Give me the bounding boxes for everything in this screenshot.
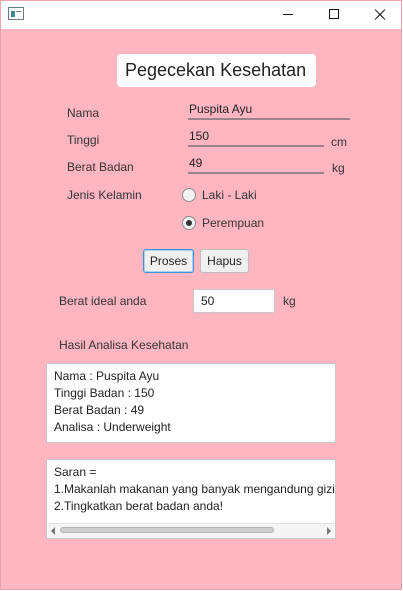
tinggi-input[interactable]: 150 (188, 130, 324, 147)
saran-line: 2.Tingkatkan berat badan anda! (54, 499, 224, 513)
maximize-icon[interactable] (311, 1, 357, 29)
hasil-line: Berat Badan : 49 (54, 403, 145, 417)
tinggi-unit: cm (331, 135, 347, 149)
form-title: Pegecekan Kesehatan (117, 54, 316, 87)
saran-line: Saran = (54, 465, 97, 479)
title-bar[interactable] (1, 1, 401, 29)
scrollbar-thumb[interactable] (60, 527, 274, 533)
ideal-unit: kg (283, 294, 296, 308)
radio-perempuan[interactable] (182, 216, 196, 230)
hasil-label: Hasil Analisa Kesehatan (59, 338, 189, 352)
horizontal-scrollbar[interactable] (48, 523, 334, 537)
hasil-line: Tinggi Badan : 150 (54, 386, 155, 400)
tinggi-label: Tinggi (67, 133, 100, 147)
saran-line: 1.Makanlah makanan yang banyak mengandun… (54, 482, 335, 496)
radio-laki-laki-label[interactable]: Laki - Laki (202, 188, 257, 202)
scroll-right-icon[interactable] (327, 527, 331, 535)
nama-label: Nama (67, 106, 100, 120)
radio-perempuan-label[interactable]: Perempuan (202, 216, 264, 230)
gender-label: Jenis Kelamin (67, 188, 142, 202)
berat-unit: kg (332, 161, 345, 175)
minimize-icon[interactable] (265, 1, 311, 29)
hapus-button[interactable]: Hapus (200, 249, 249, 273)
hasil-line: Analisa : Underweight (54, 420, 171, 434)
berat-label: Berat Badan (67, 160, 134, 174)
close-icon[interactable] (357, 1, 403, 29)
hasil-line: Nama : Puspita Ayu (54, 369, 160, 383)
ideal-weight-field[interactable]: 50 (193, 289, 275, 313)
scroll-left-icon[interactable] (51, 527, 55, 535)
app-icon (8, 7, 24, 20)
radio-laki-laki[interactable] (182, 188, 196, 202)
ideal-label: Berat ideal anda (59, 294, 147, 308)
hasil-textarea[interactable]: Nama : Puspita Ayu Tinggi Badan : 150 Be… (46, 363, 336, 443)
app-window: Pegecekan Kesehatan Nama Puspita Ayu Tin… (0, 0, 402, 590)
proses-button[interactable]: Proses (143, 249, 194, 273)
nama-input[interactable]: Puspita Ayu (188, 103, 350, 120)
saran-textarea[interactable]: Saran = 1.Makanlah makanan yang banyak m… (46, 459, 336, 539)
berat-input[interactable]: 49 (188, 157, 324, 174)
